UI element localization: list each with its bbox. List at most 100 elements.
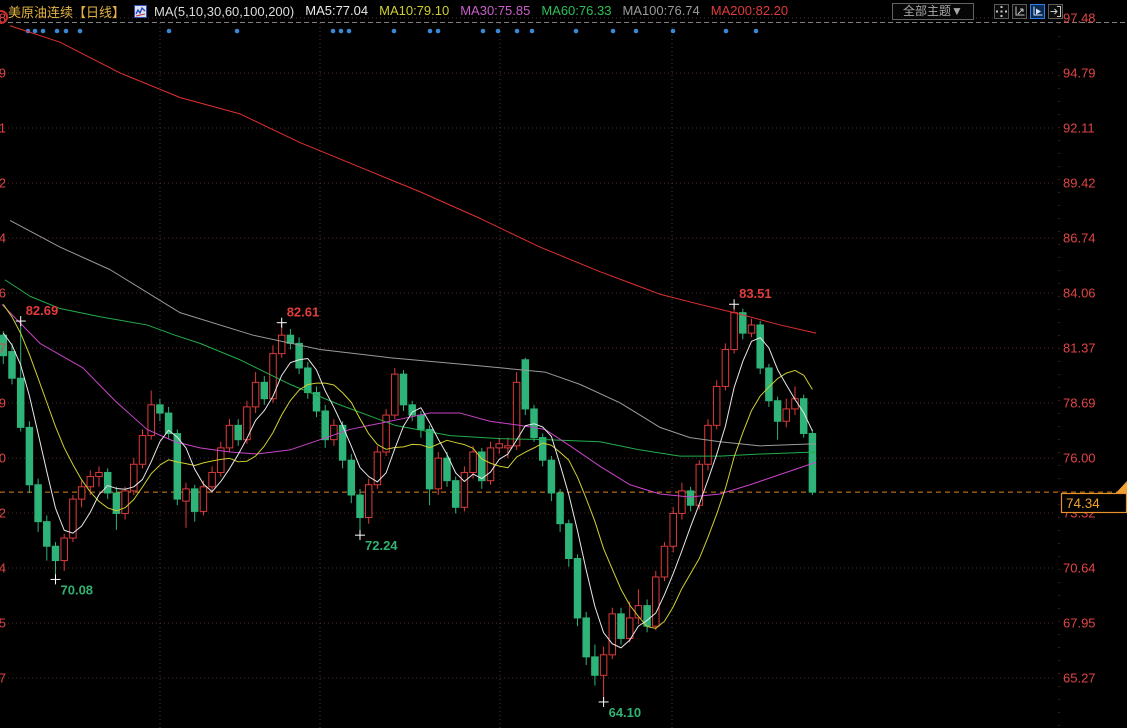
candle-body-down[interactable]	[235, 425, 242, 439]
candle-body-up[interactable]	[435, 458, 442, 489]
candle-body-up[interactable]	[722, 350, 729, 387]
candle-body-up[interactable]	[783, 409, 790, 421]
candle-body-up[interactable]	[96, 472, 103, 476]
play-chart-icon[interactable]	[1030, 4, 1045, 19]
candle-body-up[interactable]	[87, 477, 94, 487]
event-dot[interactable]	[78, 29, 83, 34]
candle-body-up[interactable]	[609, 614, 616, 655]
event-dot[interactable]	[574, 29, 579, 34]
event-dot[interactable]	[33, 29, 38, 34]
candle-body-down[interactable]	[522, 360, 529, 409]
candle-body-up[interactable]	[365, 485, 372, 518]
candle-body-down[interactable]	[592, 657, 599, 675]
candle-body-down[interactable]	[191, 489, 198, 512]
candle-body-up[interactable]	[496, 444, 503, 448]
candle-body-up[interactable]	[600, 655, 607, 675]
event-dot[interactable]	[428, 29, 433, 34]
event-dot[interactable]	[671, 29, 676, 34]
candle-body-up[interactable]	[661, 546, 668, 577]
exit-right-icon[interactable]	[1048, 4, 1063, 19]
candle-body-down[interactable]	[418, 415, 425, 429]
candle-body-up[interactable]	[392, 374, 399, 415]
candle-body-down[interactable]	[409, 405, 416, 415]
event-dot[interactable]	[724, 29, 729, 34]
candle-body-down[interactable]	[348, 460, 355, 495]
candle-body-down[interactable]	[644, 606, 651, 626]
move-icon[interactable]	[994, 4, 1009, 19]
candle-body-up[interactable]	[78, 487, 85, 499]
candle-body-up[interactable]	[679, 491, 686, 514]
candle-body-up[interactable]	[713, 386, 720, 425]
event-dot[interactable]	[634, 29, 639, 34]
candle-body-down[interactable]	[757, 325, 764, 368]
candle-body-down[interactable]	[800, 399, 807, 434]
candle-body-down[interactable]	[357, 495, 364, 518]
candle-body-down[interactable]	[261, 382, 268, 398]
event-dot[interactable]	[64, 29, 69, 34]
candle-body-down[interactable]	[157, 405, 164, 413]
event-dot[interactable]	[515, 29, 520, 34]
event-dot[interactable]	[530, 29, 535, 34]
candle-body-up[interactable]	[209, 472, 216, 486]
candle-body-down[interactable]	[287, 335, 294, 343]
event-dot[interactable]	[331, 29, 336, 34]
event-dot[interactable]	[392, 29, 397, 34]
candle-body-up[interactable]	[505, 446, 512, 448]
candle-body-down[interactable]	[17, 378, 24, 427]
event-dot[interactable]	[235, 29, 240, 34]
candle-body-down[interactable]	[322, 411, 329, 440]
event-dot[interactable]	[754, 29, 759, 34]
axes-scale-icon[interactable]	[1012, 4, 1027, 19]
candle-body-up[interactable]	[461, 472, 468, 507]
candle-body-up[interactable]	[470, 452, 477, 472]
candle-body-down[interactable]	[305, 368, 312, 393]
candle-body-down[interactable]	[566, 524, 573, 559]
candle-body-up[interactable]	[61, 538, 67, 561]
candle-body-up[interactable]	[278, 335, 285, 353]
candle-body-down[interactable]	[426, 429, 433, 488]
candle-body-down[interactable]	[26, 427, 33, 484]
candle-body-down[interactable]	[296, 343, 303, 368]
candle-body-down[interactable]	[583, 618, 590, 657]
candle-body-down[interactable]	[539, 438, 546, 461]
candle-body-down[interactable]	[548, 460, 555, 493]
candle-body-down[interactable]	[557, 493, 564, 524]
candle-body-up[interactable]	[670, 513, 677, 546]
candlestick-chart[interactable]: 82.6970.0882.6172.2483.5164.1097.4897.48…	[0, 0, 1127, 728]
candle-body-down[interactable]	[774, 401, 781, 421]
candle-body-down[interactable]	[44, 522, 51, 547]
candle-body-up[interactable]	[252, 382, 259, 407]
candle-body-up[interactable]	[183, 489, 190, 501]
candle-body-down[interactable]	[444, 458, 451, 481]
candle-body-up[interactable]	[653, 577, 660, 626]
candle-body-up[interactable]	[226, 425, 233, 448]
candle-body-down[interactable]	[52, 546, 59, 560]
event-dot[interactable]	[611, 29, 616, 34]
event-dot[interactable]	[347, 29, 352, 34]
candle-body-up[interactable]	[383, 415, 390, 452]
candle-body-up[interactable]	[626, 618, 633, 638]
event-dot[interactable]	[167, 29, 172, 34]
candle-body-down[interactable]	[400, 374, 407, 405]
candle-body-up[interactable]	[705, 425, 712, 464]
candle-body-down[interactable]	[35, 485, 42, 522]
event-dot[interactable]	[496, 29, 501, 34]
candle-body-up[interactable]	[200, 487, 207, 512]
candle-body-down[interactable]	[452, 481, 459, 508]
candle-body-down[interactable]	[574, 559, 581, 618]
candle-body-down[interactable]	[687, 491, 694, 505]
candle-body-down[interactable]	[618, 614, 625, 639]
event-dot[interactable]	[436, 29, 441, 34]
candle-body-up[interactable]	[122, 491, 129, 514]
candle-body-up[interactable]	[331, 425, 338, 439]
event-dot[interactable]	[41, 29, 46, 34]
event-dot[interactable]	[339, 29, 344, 34]
candle-body-down[interactable]	[9, 352, 16, 379]
candle-body-up[interactable]	[139, 436, 146, 465]
candle-body-up[interactable]	[748, 325, 755, 333]
theme-dropdown[interactable]: 全部主题▼	[892, 3, 974, 20]
candle-body-up[interactable]	[731, 313, 738, 350]
event-dot[interactable]	[481, 29, 486, 34]
candle-body-down[interactable]	[104, 472, 111, 492]
event-dot[interactable]	[55, 29, 60, 34]
